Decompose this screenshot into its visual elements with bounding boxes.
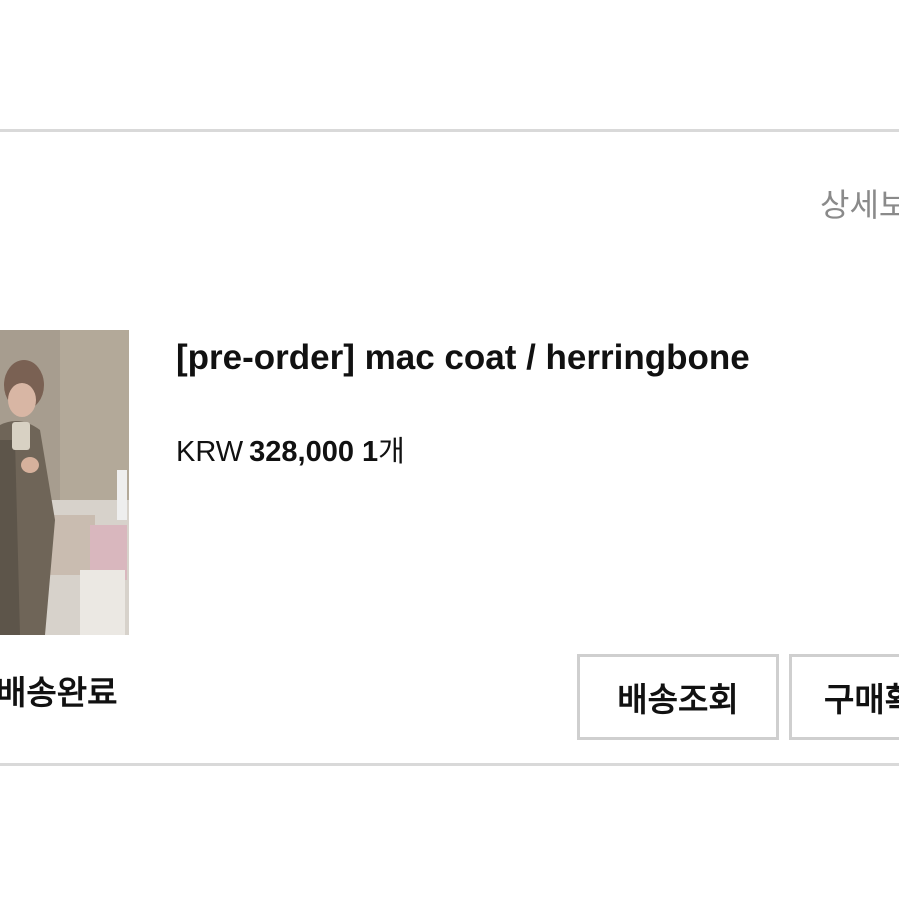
product-photo-icon bbox=[0, 330, 129, 635]
order-item-card: 상세보기 [pre-order] mac coat / herringbone … bbox=[0, 0, 899, 899]
product-title[interactable]: [pre-order] mac coat / herringbone bbox=[176, 338, 750, 378]
bottom-divider bbox=[0, 763, 899, 766]
price-line: KRW 328,000 1개 bbox=[176, 428, 405, 470]
product-thumbnail[interactable] bbox=[0, 330, 129, 635]
quantity-value: 1 bbox=[361, 436, 379, 468]
top-divider bbox=[0, 129, 899, 132]
order-number-label bbox=[20, 187, 110, 209]
quantity-unit: 개 bbox=[378, 434, 405, 468]
detail-view-link[interactable]: 상세보기 bbox=[820, 180, 899, 226]
price-amount: 328,000 bbox=[249, 436, 354, 468]
purchase-confirm-button[interactable]: 구매확정 bbox=[789, 654, 899, 740]
currency-label: KRW bbox=[176, 436, 244, 468]
delivery-status: 배송완료 bbox=[0, 673, 118, 712]
track-shipping-button[interactable]: 배송조회 bbox=[577, 654, 779, 740]
